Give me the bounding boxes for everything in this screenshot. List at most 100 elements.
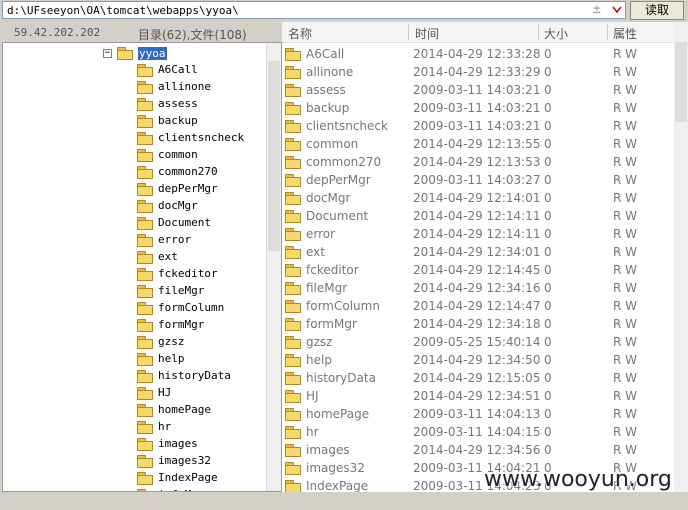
list-row[interactable]: images 2014-04-29 12:34:56 0 R W bbox=[282, 441, 674, 459]
collapse-icon[interactable]: − bbox=[103, 48, 112, 58]
list-row[interactable]: help 2014-04-29 12:34:50 0 R W bbox=[282, 351, 674, 369]
tree-item[interactable]: fckeditor bbox=[137, 265, 218, 282]
tree-scrollbar[interactable] bbox=[266, 43, 281, 491]
folder-icon bbox=[137, 267, 153, 281]
tree-item[interactable]: error bbox=[137, 231, 191, 248]
tree-scroll-thumb[interactable] bbox=[268, 61, 280, 251]
col-time-header[interactable]: 时间 bbox=[415, 25, 439, 42]
tree-item[interactable]: images bbox=[137, 435, 198, 452]
tree-item[interactable]: gzsz bbox=[137, 333, 185, 350]
tree-item[interactable]: common bbox=[137, 146, 198, 163]
list-row[interactable]: fileMgr 2014-04-29 12:34:16 0 R W bbox=[282, 279, 674, 297]
server-ip: 59.42.202.202 bbox=[14, 26, 101, 39]
list-row[interactable]: HJ 2014-04-29 12:34:51 0 R W bbox=[282, 387, 674, 405]
list-row[interactable]: ext 2014-04-29 12:34:01 0 R W bbox=[282, 243, 674, 261]
tree-item[interactable]: IndexPage bbox=[137, 469, 218, 486]
list-row[interactable]: gzsz 2009-05-25 15:40:14 0 R W bbox=[282, 333, 674, 351]
tree-item-label: fckeditor bbox=[158, 267, 218, 280]
cell-attr: R W bbox=[613, 407, 638, 421]
list-row[interactable]: allinone 2014-04-29 12:33:29 0 R W bbox=[282, 63, 674, 81]
cell-name: docMgr bbox=[306, 191, 351, 205]
folder-icon bbox=[137, 216, 153, 230]
tree-item[interactable]: images32 bbox=[137, 452, 211, 469]
tree-item[interactable]: A6Call bbox=[137, 61, 198, 78]
list-scroll-thumb[interactable] bbox=[675, 42, 687, 122]
tree-item[interactable]: help bbox=[137, 350, 185, 367]
folder-icon bbox=[137, 437, 153, 451]
folder-icon bbox=[285, 102, 301, 115]
list-row[interactable]: Document 2014-04-29 12:14:11 0 R W bbox=[282, 207, 674, 225]
list-row[interactable]: A6Call 2014-04-29 12:33:28 0 R W bbox=[282, 45, 674, 63]
tree-item-label: formColumn bbox=[158, 301, 225, 314]
tree-item[interactable]: formMgr bbox=[137, 316, 204, 333]
folder-icon bbox=[285, 426, 301, 439]
col-name-header[interactable]: 名称 bbox=[288, 25, 312, 42]
tree-item-label: docMgr bbox=[158, 199, 198, 212]
tree-item-label: help bbox=[158, 352, 185, 365]
tree-item[interactable]: backup bbox=[137, 112, 198, 129]
list-row[interactable]: docMgr 2014-04-29 12:14:01 0 R W bbox=[282, 189, 674, 207]
list-scrollbar[interactable] bbox=[674, 22, 688, 492]
list-row[interactable]: depPerMgr 2009-03-11 14:03:27 0 R W bbox=[282, 171, 674, 189]
tree-item[interactable]: allinone bbox=[137, 78, 211, 95]
cell-attr: R W bbox=[613, 263, 638, 277]
list-row[interactable]: formMgr 2014-04-29 12:34:18 0 R W bbox=[282, 315, 674, 333]
cell-attr: R W bbox=[613, 389, 638, 403]
tree-item[interactable]: hr bbox=[137, 418, 171, 435]
folder-icon bbox=[285, 156, 301, 169]
cell-time: 2009-03-11 14:04:15 bbox=[413, 425, 541, 439]
tree-item[interactable]: assess bbox=[137, 95, 198, 112]
tree-item[interactable]: clientsncheck bbox=[137, 129, 244, 146]
tree-item[interactable]: depPerMgr bbox=[137, 180, 218, 197]
cell-name: fileMgr bbox=[306, 281, 348, 295]
list-row[interactable]: homePage 2009-03-11 14:04:13 0 R W bbox=[282, 405, 674, 423]
list-row[interactable]: fckeditor 2014-04-29 12:14:45 0 R W bbox=[282, 261, 674, 279]
cell-time: 2014-04-29 12:14:47 bbox=[413, 299, 541, 313]
cell-size: 0 bbox=[544, 245, 552, 259]
tree-root[interactable]: − yyoa bbox=[103, 45, 167, 61]
tree-item[interactable]: HJ bbox=[137, 384, 171, 401]
cell-name: ext bbox=[306, 245, 325, 259]
list-row[interactable]: assess 2009-03-11 14:03:21 0 R W bbox=[282, 81, 674, 99]
cell-size: 0 bbox=[544, 47, 552, 61]
tree-item[interactable]: docMgr bbox=[137, 197, 198, 214]
cell-time: 2014-04-29 12:34:51 bbox=[413, 389, 541, 403]
path-input[interactable]: d:\UFseeyon\OA\tomcat\webapps\yyoa\ bbox=[2, 1, 626, 19]
cell-size: 0 bbox=[544, 317, 552, 331]
tree-item[interactable]: homePage bbox=[137, 401, 211, 418]
chevron-down-icon[interactable] bbox=[610, 3, 624, 17]
read-button[interactable]: 读取 bbox=[630, 1, 684, 20]
list-header: 名称 时间 大小 属性 bbox=[282, 22, 674, 43]
list-row[interactable]: clientsncheck 2009-03-11 14:03:21 0 R W bbox=[282, 117, 674, 135]
list-row[interactable]: error 2014-04-29 12:14:11 0 R W bbox=[282, 225, 674, 243]
cell-size: 0 bbox=[544, 191, 552, 205]
list-row[interactable]: formColumn 2014-04-29 12:14:47 0 R W bbox=[282, 297, 674, 315]
tree-item-label: formMgr bbox=[158, 318, 205, 331]
folder-icon bbox=[137, 114, 153, 128]
cell-attr: R W bbox=[613, 281, 638, 295]
folder-icon bbox=[137, 403, 153, 417]
folder-open-icon bbox=[117, 47, 133, 60]
cell-attr: R W bbox=[613, 227, 638, 241]
tree-item[interactable]: historyData bbox=[137, 367, 231, 384]
tree-item[interactable]: Document bbox=[137, 214, 211, 231]
list-row[interactable]: common270 2014-04-29 12:13:53 0 R W bbox=[282, 153, 674, 171]
col-attr-header[interactable]: 属性 bbox=[613, 25, 637, 42]
tree-root-label[interactable]: yyoa bbox=[138, 46, 167, 60]
folder-icon bbox=[137, 97, 153, 111]
list-row[interactable]: historyData 2014-04-29 12:15:05 0 R W bbox=[282, 369, 674, 387]
tree-item-label: backup bbox=[158, 114, 198, 127]
tree-item[interactable]: ext bbox=[137, 248, 178, 265]
col-size-header[interactable]: 大小 bbox=[544, 25, 568, 42]
plus-icon[interactable]: ± bbox=[593, 2, 601, 17]
tree-item-label: ext bbox=[158, 250, 178, 263]
list-row[interactable]: hr 2009-03-11 14:04:15 0 R W bbox=[282, 423, 674, 441]
tree-item[interactable]: fileMgr bbox=[137, 282, 204, 299]
tree-item[interactable]: common270 bbox=[137, 163, 218, 180]
list-row[interactable]: backup 2009-03-11 14:03:21 0 R W bbox=[282, 99, 674, 117]
list-row[interactable]: common 2014-04-29 12:13:55 0 R W bbox=[282, 135, 674, 153]
cell-size: 0 bbox=[544, 335, 552, 349]
directory-tree: − yyoa A6Call allinone assess backup clients… bbox=[2, 42, 282, 492]
tree-item-label: common270 bbox=[158, 165, 218, 178]
tree-item[interactable]: formColumn bbox=[137, 299, 224, 316]
